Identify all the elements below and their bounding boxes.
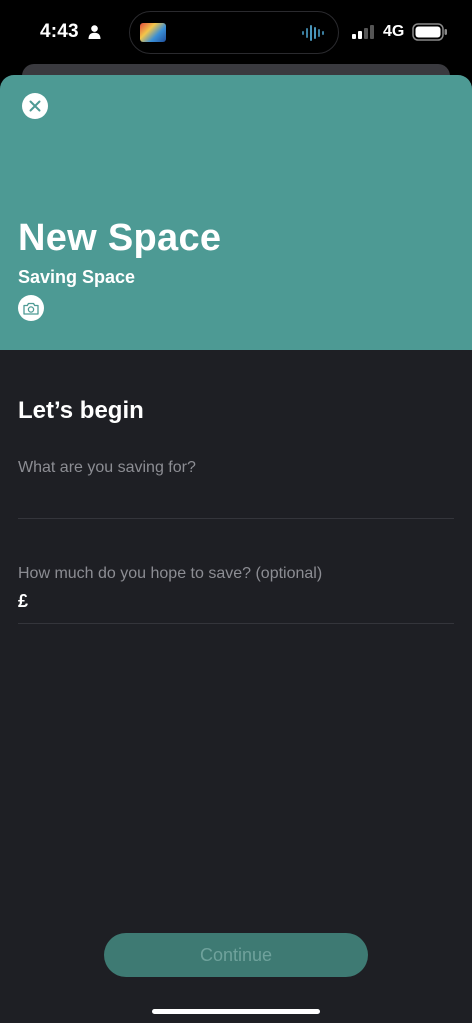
target-amount-input[interactable] (32, 592, 454, 611)
status-bar: 4:43 4G (0, 0, 472, 64)
new-space-sheet: New Space Saving Space Let’s begin How m… (0, 75, 472, 1023)
add-photo-button[interactable] (18, 295, 44, 321)
continue-button[interactable]: Continue (104, 933, 368, 977)
dynamic-island[interactable] (129, 11, 339, 54)
person-icon (88, 25, 101, 39)
currency-symbol: £ (18, 591, 29, 611)
network-type: 4G (383, 23, 405, 40)
close-icon (29, 100, 41, 112)
saving-goal-input[interactable] (18, 459, 454, 477)
now-playing-thumbnail (140, 23, 166, 42)
page-title: New Space (18, 217, 222, 259)
signal-icon (352, 25, 374, 39)
camera-icon (23, 302, 39, 315)
audio-waveform-icon (302, 25, 324, 41)
target-amount-label: How much do you hope to save? (optional) (18, 565, 323, 582)
home-indicator[interactable] (152, 1009, 320, 1014)
close-button[interactable] (22, 93, 48, 119)
section-heading: Let’s begin (18, 397, 144, 424)
battery-icon (412, 23, 447, 41)
status-time: 4:43 (40, 21, 79, 42)
target-amount-field: How much do you hope to save? (optional)… (18, 565, 454, 624)
space-type-label: Saving Space (18, 267, 136, 287)
saving-goal-field (18, 459, 454, 519)
space-header: New Space Saving Space (0, 75, 472, 350)
